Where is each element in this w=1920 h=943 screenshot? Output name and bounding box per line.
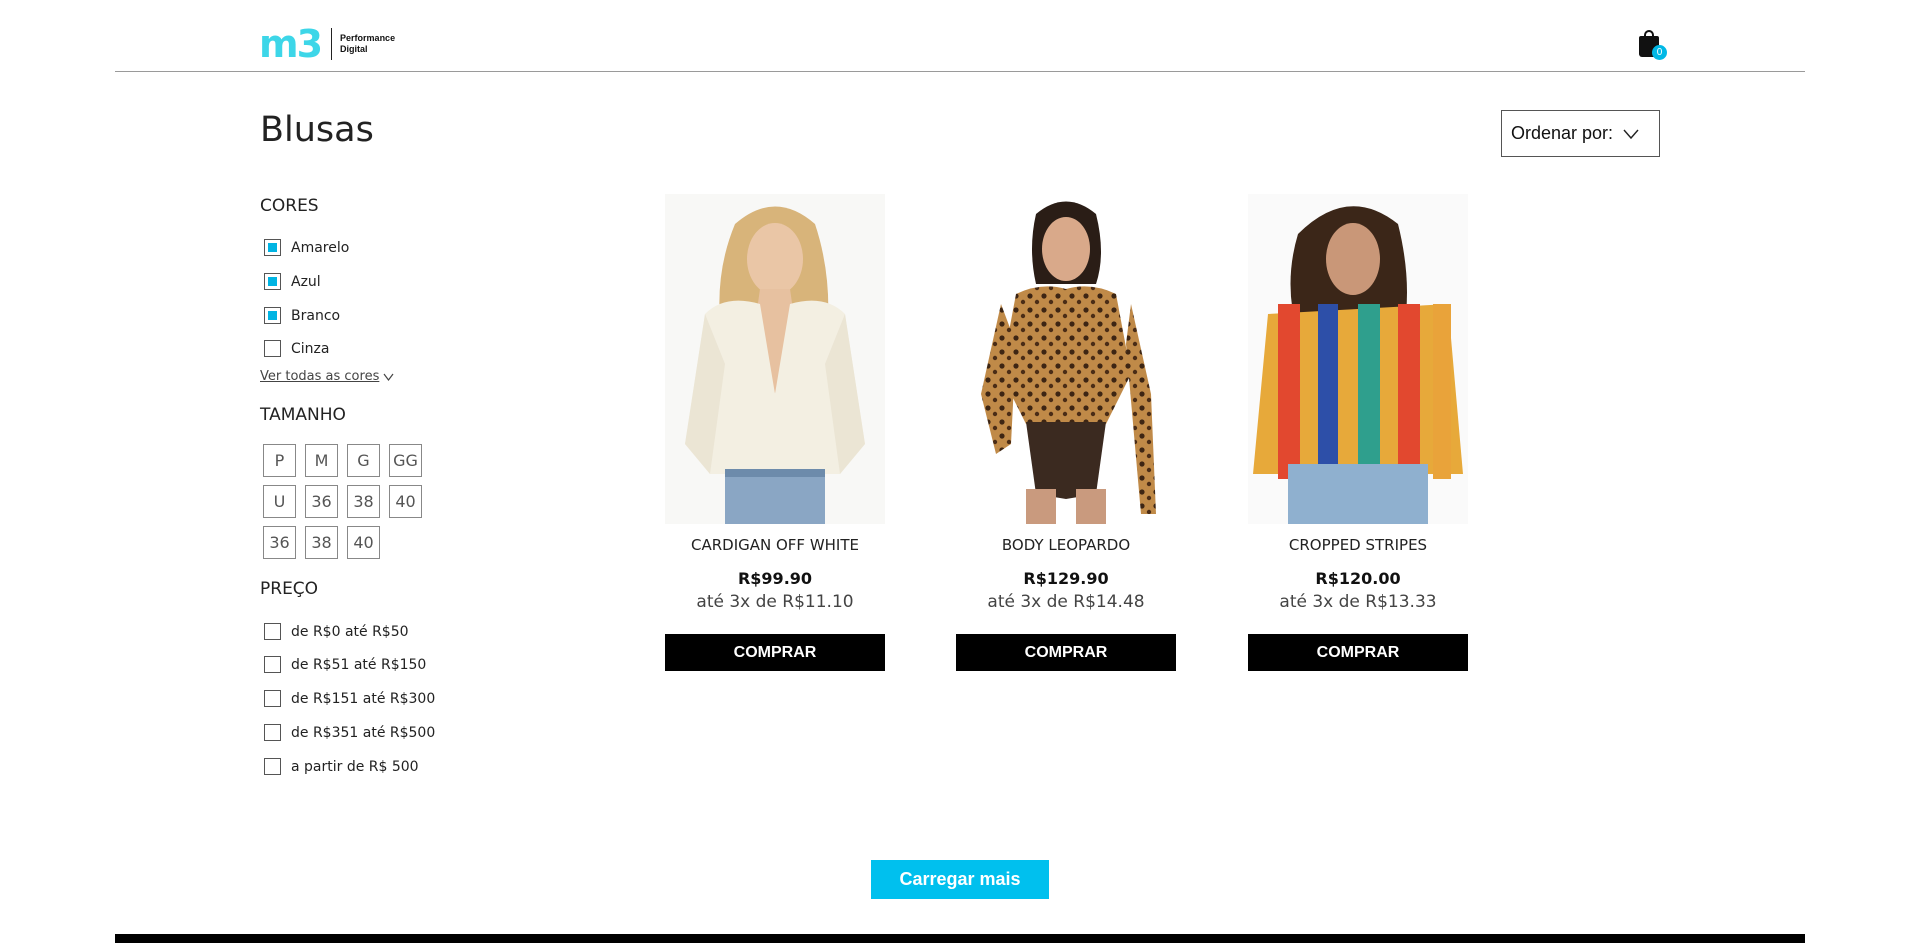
filter-price-label: de R$151 até R$300 [291,690,436,707]
site-header: m3 Performance Digital 0 [115,0,1805,72]
chevron-down-icon [383,373,394,381]
checkbox[interactable] [264,690,281,707]
checkbox[interactable] [264,758,281,775]
see-all-colors-label: Ver todas as cores [260,369,380,384]
filter-color-amarelo[interactable]: Amarelo [264,239,349,256]
size-option-m[interactable]: M [305,444,338,477]
buy-button[interactable]: COMPRAR [665,634,885,671]
product-installments: até 3x de R$11.10 [696,592,854,612]
filter-price-151-300[interactable]: de R$151 até R$300 [264,690,435,707]
size-option-u[interactable]: U [263,485,296,518]
checkbox[interactable] [264,273,281,290]
filter-price-500-plus[interactable]: a partir de R$ 500 [264,758,419,775]
size-option-gg[interactable]: GG [389,444,422,477]
buy-button[interactable]: COMPRAR [956,634,1176,671]
checkbox[interactable] [264,307,281,324]
checkbox[interactable] [264,623,281,640]
logo-mark: m3 [259,22,323,66]
product-name[interactable]: CROPPED STRIPES [1248,536,1468,554]
sort-dropdown[interactable]: Ordenar por: [1501,110,1660,157]
footer-bar [115,934,1805,943]
filter-price-label: de R$351 até R$500 [291,724,436,741]
filter-color-branco[interactable]: Branco [264,307,340,324]
logo-text: Performance Digital [340,33,395,55]
checkbox[interactable] [264,239,281,256]
filter-price-51-150[interactable]: de R$51 até R$150 [264,656,426,673]
see-all-colors-link[interactable]: Ver todas as cores [260,369,394,384]
filter-price-title: PREÇO [260,579,319,599]
size-option-36[interactable]: 36 [305,485,338,518]
filter-price-label: a partir de R$ 500 [291,758,419,775]
size-option-p[interactable]: P [263,444,296,477]
filter-colors-title: CORES [260,196,319,216]
filter-price-label: de R$0 até R$50 [291,623,409,640]
product-price: R$99.90 [737,569,813,588]
size-option-40[interactable]: 40 [389,485,422,518]
product-name[interactable]: CARDIGAN OFF WHITE [665,536,885,554]
filter-color-label: Branco [291,307,341,324]
buy-button[interactable]: COMPRAR [1248,634,1468,671]
product-image[interactable] [1248,194,1468,524]
logo[interactable]: m3 Performance Digital [259,22,395,66]
cart-button[interactable]: 0 [1637,30,1667,60]
product-card: BODY LEOPARDO R$129.90 até 3x de R$14.48… [956,194,1176,671]
product-price: R$120.00 [1315,569,1401,588]
cart-count-badge: 0 [1652,45,1667,60]
filter-price-label: de R$51 até R$150 [291,656,427,673]
size-option-38[interactable]: 38 [347,485,380,518]
product-name[interactable]: BODY LEOPARDO [956,536,1176,554]
size-option-g[interactable]: G [347,444,380,477]
product-image[interactable] [665,194,885,524]
filter-color-azul[interactable]: Azul [264,273,321,290]
product-price: R$129.90 [1023,569,1109,588]
page-title: Blusas [260,110,374,150]
checkbox[interactable] [264,724,281,741]
filter-color-label: Azul [291,273,321,290]
filter-size-title: TAMANHO [260,405,346,425]
chevron-down-icon [1623,126,1639,142]
filter-price-351-500[interactable]: de R$351 até R$500 [264,724,435,741]
sort-label: Ordenar por: [1511,123,1614,143]
logo-line-2: Digital [340,44,368,54]
product-card: CROPPED STRIPES R$120.00 até 3x de R$13.… [1248,194,1468,671]
logo-line-1: Performance [340,33,396,43]
checkbox[interactable] [264,340,281,357]
filter-price-0-50[interactable]: de R$0 até R$50 [264,623,409,640]
logo-divider [331,28,333,60]
product-installments: até 3x de R$13.33 [1279,592,1437,612]
product-card: CARDIGAN OFF WHITE R$99.90 até 3x de R$1… [665,194,885,671]
filter-color-cinza[interactable]: Cinza [264,340,329,357]
load-more-button[interactable]: Carregar mais [871,860,1049,899]
size-option-36[interactable]: 36 [263,526,296,559]
checkbox[interactable] [264,656,281,673]
size-option-40[interactable]: 40 [347,526,380,559]
product-installments: até 3x de R$14.48 [987,592,1145,612]
size-option-38[interactable]: 38 [305,526,338,559]
filter-color-label: Cinza [291,340,330,357]
filter-color-label: Amarelo [291,239,350,256]
product-image[interactable] [956,194,1176,524]
